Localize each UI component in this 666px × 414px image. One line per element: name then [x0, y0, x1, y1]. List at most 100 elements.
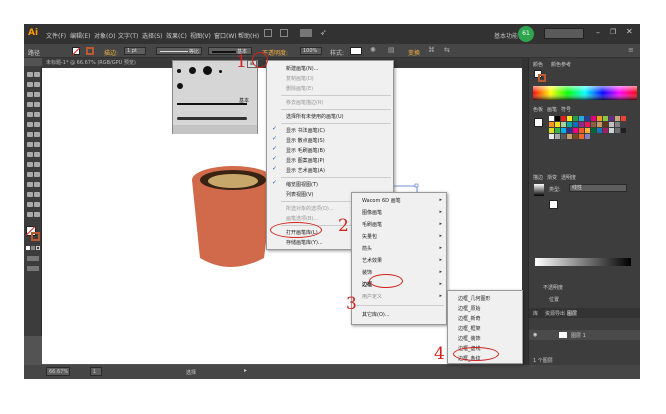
tab-libraries[interactable]: 库 — [533, 310, 538, 317]
tab-stroke[interactable]: 描边 — [533, 174, 543, 181]
gradient-thumbnail[interactable] — [534, 184, 544, 196]
blend-tool-icon[interactable] — [27, 182, 33, 187]
status-arrow-icon[interactable]: ▸ — [244, 367, 247, 374]
library-decorative[interactable]: 装饰 — [362, 269, 372, 276]
direct-selection-tool-icon[interactable] — [34, 72, 40, 77]
rotate-tool-icon[interactable] — [34, 132, 40, 137]
close-icon[interactable]: ✕ — [626, 27, 633, 36]
brush-dot-row2[interactable] — [177, 83, 183, 89]
column-graph-tool-icon[interactable] — [27, 192, 33, 197]
color-mode-icon[interactable] — [26, 246, 30, 250]
brush-dot-small[interactable] — [177, 69, 181, 73]
gradient-type-dropdown[interactable]: 线性 — [569, 184, 627, 192]
lasso-tool-icon[interactable] — [34, 82, 40, 87]
opacity-input[interactable]: 100% — [300, 47, 322, 55]
paintbrush-tool-icon[interactable] — [34, 112, 40, 117]
type-tool-icon[interactable] — [27, 102, 33, 107]
eyedropper-tool-icon[interactable] — [34, 172, 40, 177]
graphic-style-swatch[interactable] — [350, 47, 362, 55]
library-wacom[interactable]: Wacom 6D 画笔 — [362, 197, 401, 204]
pen-tool-icon[interactable] — [27, 92, 33, 97]
menu-edit[interactable]: 编辑(E) — [70, 31, 90, 40]
screen-mode-icon[interactable] — [27, 266, 39, 271]
border-frames[interactable]: 边框_框架 — [458, 325, 481, 332]
mesh-tool-icon[interactable] — [34, 162, 40, 167]
scale-tool-icon[interactable] — [27, 142, 33, 147]
rotate-view-tool-icon[interactable] — [34, 212, 40, 217]
border-primitive[interactable]: 边框_原始 — [458, 305, 481, 312]
menu-select-unused[interactable]: 选择所有未使用的画笔(U) — [286, 113, 344, 120]
curvature-tool-icon[interactable] — [34, 92, 40, 97]
gradient-slider[interactable] — [535, 258, 631, 266]
slice-tool-icon[interactable] — [27, 202, 33, 207]
swatch-grid[interactable] — [549, 116, 627, 148]
zoom-tool-icon[interactable] — [27, 212, 33, 217]
menu-show-bristle[interactable]: 显示 毛刷画笔(B) — [286, 147, 325, 154]
border-decorative[interactable]: 边框_装饰 — [458, 335, 481, 342]
stock-icon[interactable] — [280, 29, 288, 37]
isolate-icon[interactable]: ⌘ — [428, 46, 435, 54]
transform-link[interactable]: 变换 — [408, 48, 420, 57]
panel-menu-icon[interactable]: ≡ — [628, 46, 634, 54]
swatch-fill-proxy[interactable] — [534, 118, 543, 127]
stroke-weight-input[interactable]: 1 pt — [124, 47, 146, 55]
tab-asset-export[interactable]: 资源导出 — [545, 310, 565, 317]
bridge-icon[interactable] — [264, 29, 272, 37]
tab-symbols[interactable]: 符号 — [561, 106, 571, 113]
eraser-tool-icon[interactable] — [27, 132, 33, 137]
tab-brushes[interactable]: 画笔 — [547, 106, 557, 113]
recolor-icon[interactable]: ✺ — [370, 46, 376, 54]
menu-select[interactable]: 选择(S) — [142, 31, 163, 40]
gradient-tool-icon[interactable] — [27, 172, 33, 177]
width-tool-icon[interactable] — [34, 142, 40, 147]
search-field[interactable] — [544, 28, 584, 39]
perspective-grid-tool-icon[interactable] — [27, 162, 33, 167]
selection-tool-icon[interactable] — [27, 72, 33, 77]
pencil-tool-icon[interactable] — [34, 122, 40, 127]
menu-show-calligraphic[interactable]: 显示 书法画笔(C) — [286, 127, 325, 134]
tab-transparency[interactable]: 透明度 — [561, 174, 576, 181]
library-user-defined[interactable]: 用户定义 — [362, 293, 382, 300]
brush-dot-tiny[interactable] — [219, 70, 222, 73]
color-spectrum[interactable] — [533, 86, 637, 100]
library-artistic[interactable]: 艺术效果 — [362, 257, 382, 264]
free-transform-tool-icon[interactable] — [27, 152, 33, 157]
basic-brush-stroke[interactable] — [177, 103, 247, 105]
hand-tool-icon[interactable] — [34, 202, 40, 207]
menu-type[interactable]: 文字(T) — [118, 31, 138, 40]
restore-icon[interactable]: ❐ — [610, 28, 616, 36]
color-stroke-proxy[interactable] — [538, 74, 546, 82]
artboard-number-input[interactable]: 1 — [90, 367, 102, 376]
arrange-icon[interactable]: ⇆ — [444, 46, 450, 54]
line-tool-icon[interactable] — [34, 102, 40, 107]
gradient-mode-icon[interactable] — [31, 246, 35, 250]
minimize-icon[interactable]: – — [596, 28, 600, 37]
brush-dot-large[interactable] — [203, 66, 212, 75]
stroke-color-box[interactable] — [31, 232, 40, 241]
library-vector-packs[interactable]: 矢量包 — [362, 233, 377, 240]
variable-width-profile[interactable]: 等比 — [156, 47, 202, 55]
menu-list-view[interactable]: 列表视图(V) — [286, 191, 313, 198]
symbol-sprayer-tool-icon[interactable] — [34, 182, 40, 187]
eye-icon[interactable]: ◉ — [533, 332, 537, 338]
tab-layers[interactable]: 图层 — [567, 310, 577, 317]
zoom-level-input[interactable]: 66.67% — [46, 367, 70, 376]
menu-show-art[interactable]: 显示 艺术画笔(A) — [286, 167, 325, 174]
menu-save-brush-library[interactable]: 存储画笔库(Y)... — [286, 239, 323, 246]
arrange-documents-icon[interactable] — [300, 29, 312, 37]
menu-new-brush[interactable]: 新建画笔(N)... — [286, 65, 318, 72]
brush-dot-medium[interactable] — [189, 67, 196, 74]
none-mode-icon[interactable] — [36, 246, 40, 250]
draw-mode-icon[interactable] — [27, 256, 39, 261]
menu-show-pattern[interactable]: 显示 图案画笔(P) — [286, 157, 325, 164]
layer-name[interactable]: 图层 1 — [571, 332, 586, 339]
rectangle-tool-icon[interactable] — [27, 112, 33, 117]
menu-object[interactable]: 对象(O) — [94, 31, 115, 40]
menu-view[interactable]: 视图(V) — [190, 31, 211, 40]
tab-color-guide[interactable]: 颜色参考 — [551, 61, 571, 68]
gpu-rocket-icon[interactable]: ➶ — [320, 28, 327, 37]
library-arrows[interactable]: 箭头 — [362, 245, 372, 252]
border-novelty[interactable]: 边框_新奇 — [458, 315, 481, 322]
library-bristle[interactable]: 毛刷画笔 — [362, 221, 382, 228]
tab-swatches[interactable]: 色板 — [533, 106, 543, 113]
